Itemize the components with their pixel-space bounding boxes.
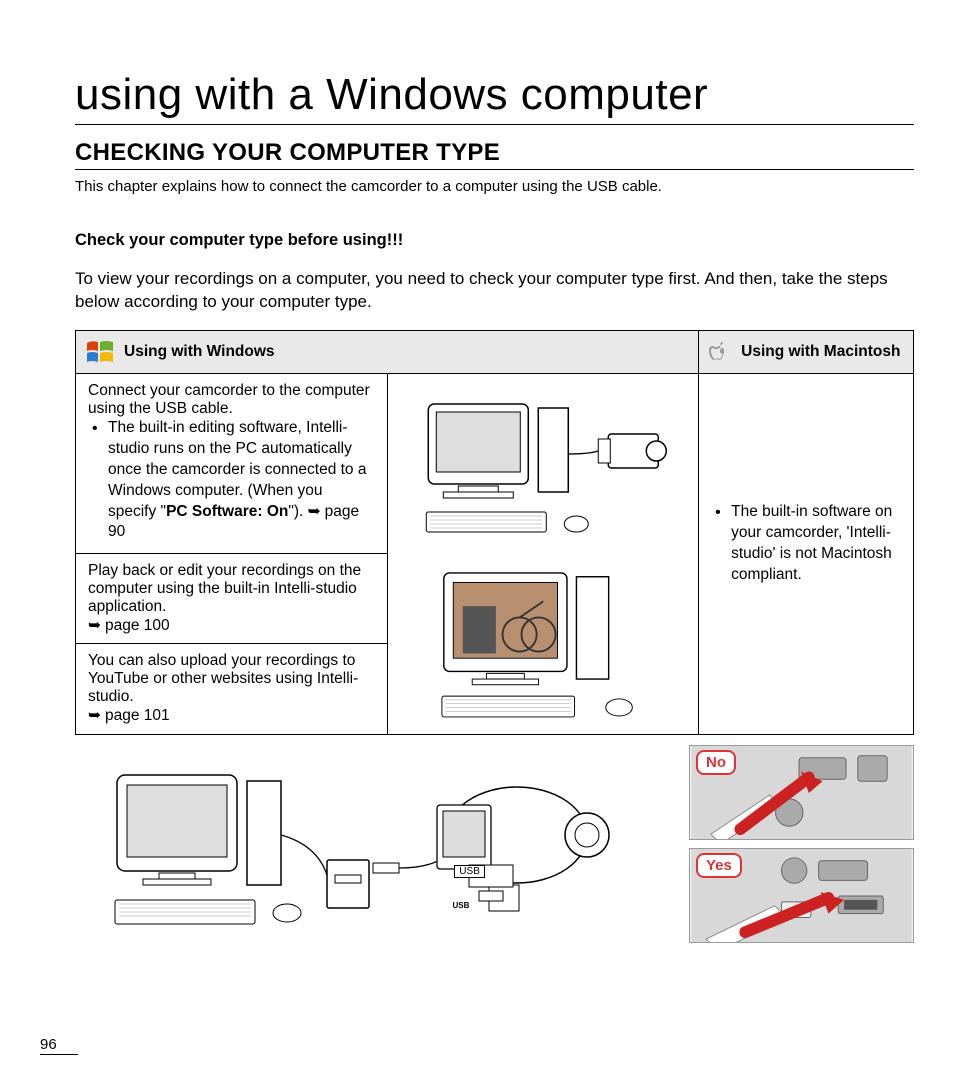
mac-bullet: The built-in software on your camcorder,… xyxy=(711,502,901,586)
computer-playback-illustration-2 xyxy=(388,554,699,734)
page-ref-100: page 100 xyxy=(88,617,170,634)
usb-port-label: USB xyxy=(454,865,485,878)
win-bullet-text-b: "). xyxy=(288,503,307,520)
usb-connection-diagram: USB USB xyxy=(75,745,679,945)
win-step-2-text: Play back or edit your recordings on the… xyxy=(88,562,361,615)
win-bullet-bold: PC Software: On xyxy=(166,503,288,520)
wrong-port-diagram: No xyxy=(689,745,914,840)
win-step-3-text: You can also upload your recordings to Y… xyxy=(88,652,358,705)
win-step-1-lead: Connect your camcorder to the computer u… xyxy=(88,382,375,418)
correct-port-diagram: Yes xyxy=(689,848,914,943)
yes-label: Yes xyxy=(696,853,742,878)
intro-text: This chapter explains how to connect the… xyxy=(75,178,914,195)
win-step-1: Connect your camcorder to the computer u… xyxy=(76,373,388,553)
windows-logo-icon xyxy=(86,339,114,365)
no-label: No xyxy=(696,750,736,775)
usb-small-label: USB xyxy=(453,901,470,910)
check-subhead: Check your computer type before using!!! xyxy=(75,231,914,250)
mac-header-label: Using with Macintosh xyxy=(741,343,900,361)
win-step-2: Play back or edit your recordings on the… xyxy=(76,553,388,644)
page-ref-101: page 101 xyxy=(88,707,170,724)
win-step-3: You can also upload your recordings to Y… xyxy=(76,644,388,735)
windows-header-label: Using with Windows xyxy=(124,343,275,361)
win-step-1-bullet: The built-in editing software, Intelli-s… xyxy=(88,418,375,544)
os-comparison-table: Using with Windows Using with Macintosh … xyxy=(75,330,914,735)
body-text: To view your recordings on a computer, y… xyxy=(75,268,914,314)
page-title: using with a Windows computer xyxy=(75,70,914,125)
section-heading: CHECKING YOUR COMPUTER TYPE xyxy=(75,139,914,170)
computer-camcorder-illustration-1 xyxy=(388,374,699,554)
win-illustration-cell xyxy=(387,373,699,734)
apple-logo-icon xyxy=(709,339,731,365)
mac-cell: The built-in software on your camcorder,… xyxy=(699,373,914,734)
page-number: 96 xyxy=(40,1036,78,1055)
